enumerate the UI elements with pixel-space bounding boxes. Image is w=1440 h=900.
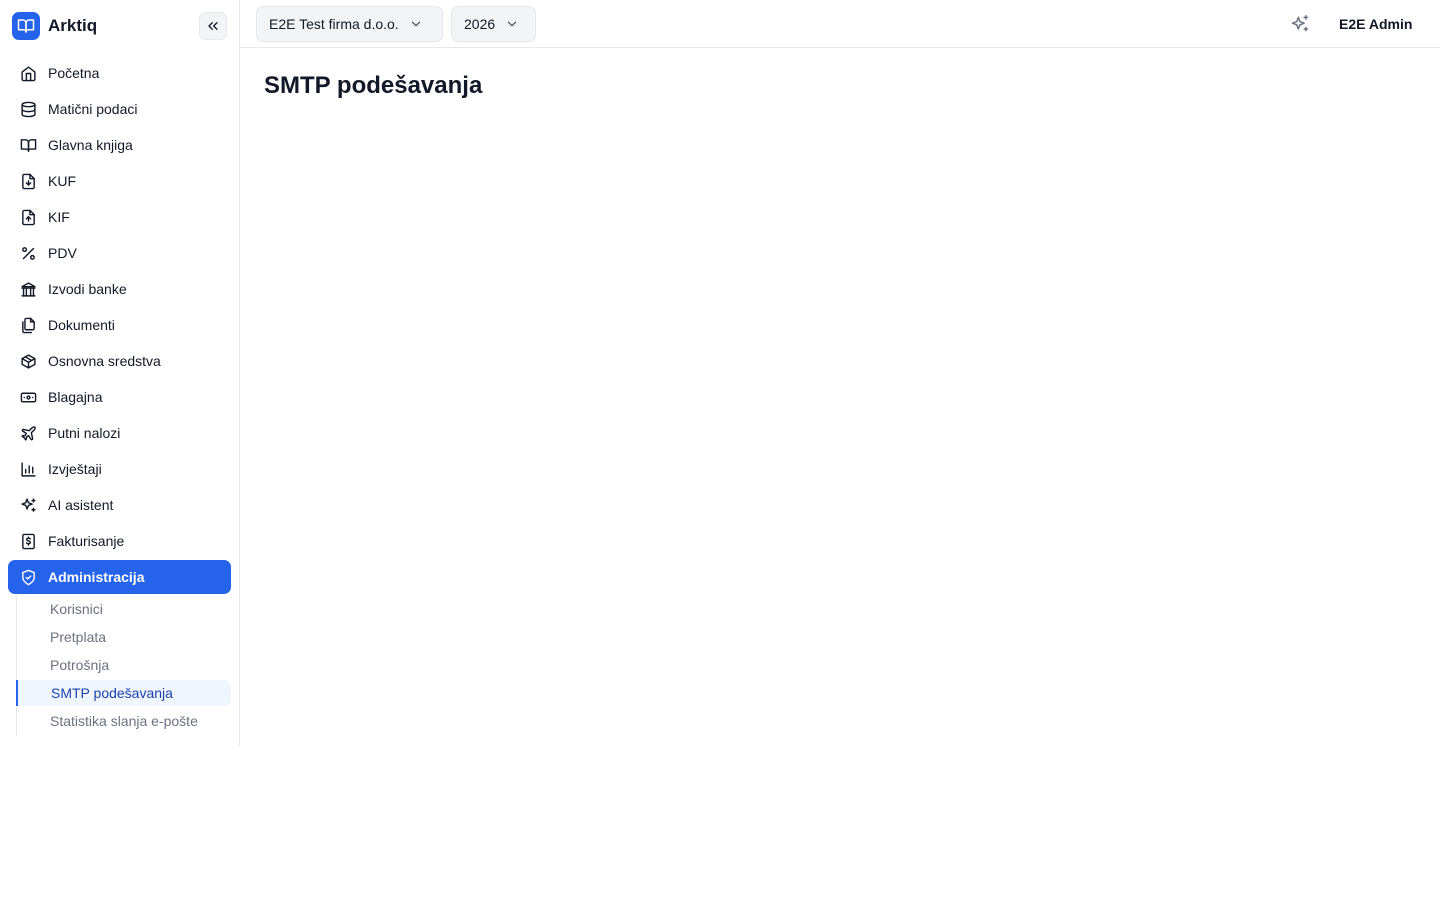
package-icon [19, 352, 37, 370]
sidebar-item-label: Matični podaci [48, 101, 138, 117]
bank-icon [19, 280, 37, 298]
files-icon [19, 316, 37, 334]
sidebar-item-label: Početna [48, 65, 100, 81]
file-upload-icon [19, 208, 37, 226]
subnav-item-statistika-slanja[interactable]: Statistika slanja e-pošte [16, 708, 231, 734]
collapse-sidebar-button[interactable] [199, 12, 227, 40]
banknote-icon [19, 388, 37, 406]
ai-assistant-button[interactable] [1288, 12, 1312, 36]
home-icon [19, 64, 37, 82]
shield-check-icon [19, 568, 37, 586]
sidebar-item-blagajna[interactable]: Blagajna [8, 380, 231, 414]
sparkles-icon [19, 496, 37, 514]
sidebar-item-label: KUF [48, 173, 76, 189]
book-open-icon [19, 136, 37, 154]
chevron-down-icon [409, 17, 423, 31]
year-select-value: 2026 [464, 16, 496, 32]
sidebar-item-dokumenti[interactable]: Dokumenti [8, 308, 231, 342]
sidebar-item-kuf[interactable]: KUF [8, 164, 231, 198]
app-name: Arktiq [48, 16, 98, 35]
page-title: SMTP podešavanja [264, 72, 483, 99]
company-select[interactable]: E2E Test firma d.o.o. [256, 6, 443, 42]
sidebar-item-osnovna-sredstva[interactable]: Osnovna sredstva [8, 344, 231, 378]
book-logo-icon [12, 12, 40, 40]
sidebar-item-label: Administracija [48, 569, 145, 585]
database-icon [19, 100, 37, 118]
sidebar-item-label: Dokumenti [48, 317, 115, 333]
sidebar-item-label: AI asistent [48, 497, 114, 513]
sidebar: Arktiq Početna Matični podaci Glavna knj… [0, 0, 240, 746]
sidebar-item-label: Blagajna [48, 389, 103, 405]
sidebar-item-label: Glavna knjiga [48, 137, 133, 153]
topbar: E2E Test firma d.o.o. 2026 E2E Admin [240, 0, 1440, 48]
file-download-icon [19, 172, 37, 190]
subnav-item-potrosnja[interactable]: Potrošnja [16, 652, 231, 678]
sidebar-item-label: KIF [48, 209, 70, 225]
brand[interactable]: Arktiq [12, 12, 97, 40]
sidebar-item-glavna-knjiga[interactable]: Glavna knjiga [8, 128, 231, 162]
sidebar-item-label: PDV [48, 245, 77, 261]
receipt-dollar-icon [19, 532, 37, 550]
plane-icon [19, 424, 37, 442]
sidebar-item-ai-asistent[interactable]: AI asistent [8, 488, 231, 522]
sidebar-item-maticni-podaci[interactable]: Matični podaci [8, 92, 231, 126]
sidebar-item-putni-nalozi[interactable]: Putni nalozi [8, 416, 231, 450]
chevron-down-icon [505, 17, 519, 31]
sidebar-item-label: Izvodi banke [48, 281, 127, 297]
sidebar-item-administracija[interactable]: Administracija [8, 560, 231, 594]
subnav-item-korisnici[interactable]: Korisnici [16, 596, 231, 622]
sidebar-item-label: Fakturisanje [48, 533, 125, 549]
subnav-item-smtp-podesavanja[interactable]: SMTP podešavanja [16, 680, 231, 706]
chevrons-left-icon [208, 21, 218, 30]
company-select-value: E2E Test firma d.o.o. [269, 16, 399, 32]
subnav-item-pretplata[interactable]: Pretplata [16, 624, 231, 650]
sidebar-item-label: Izvještaji [48, 461, 102, 477]
sidebar-item-label: Putni nalozi [48, 425, 121, 441]
sidebar-nav: Početna Matični podaci Glavna knjiga KUF… [8, 56, 231, 596]
sparkles-icon [1291, 14, 1309, 32]
user-menu[interactable]: E2E Admin [1328, 12, 1423, 36]
sidebar-item-fakturisanje[interactable]: Fakturisanje [8, 524, 231, 558]
sidebar-item-pocetna[interactable]: Početna [8, 56, 231, 90]
sidebar-item-izvjestaji[interactable]: Izvještaji [8, 452, 231, 486]
administracija-subnav: Korisnici Pretplata Potrošnja SMTP podeš… [16, 596, 231, 736]
sidebar-item-pdv[interactable]: PDV [8, 236, 231, 270]
sidebar-item-kif[interactable]: KIF [8, 200, 231, 234]
bar-chart-icon [19, 460, 37, 478]
year-select[interactable]: 2026 [451, 6, 536, 42]
sidebar-item-label: Osnovna sredstva [48, 353, 161, 369]
percent-icon [19, 244, 37, 262]
sidebar-item-izvodi-banke[interactable]: Izvodi banke [8, 272, 231, 306]
